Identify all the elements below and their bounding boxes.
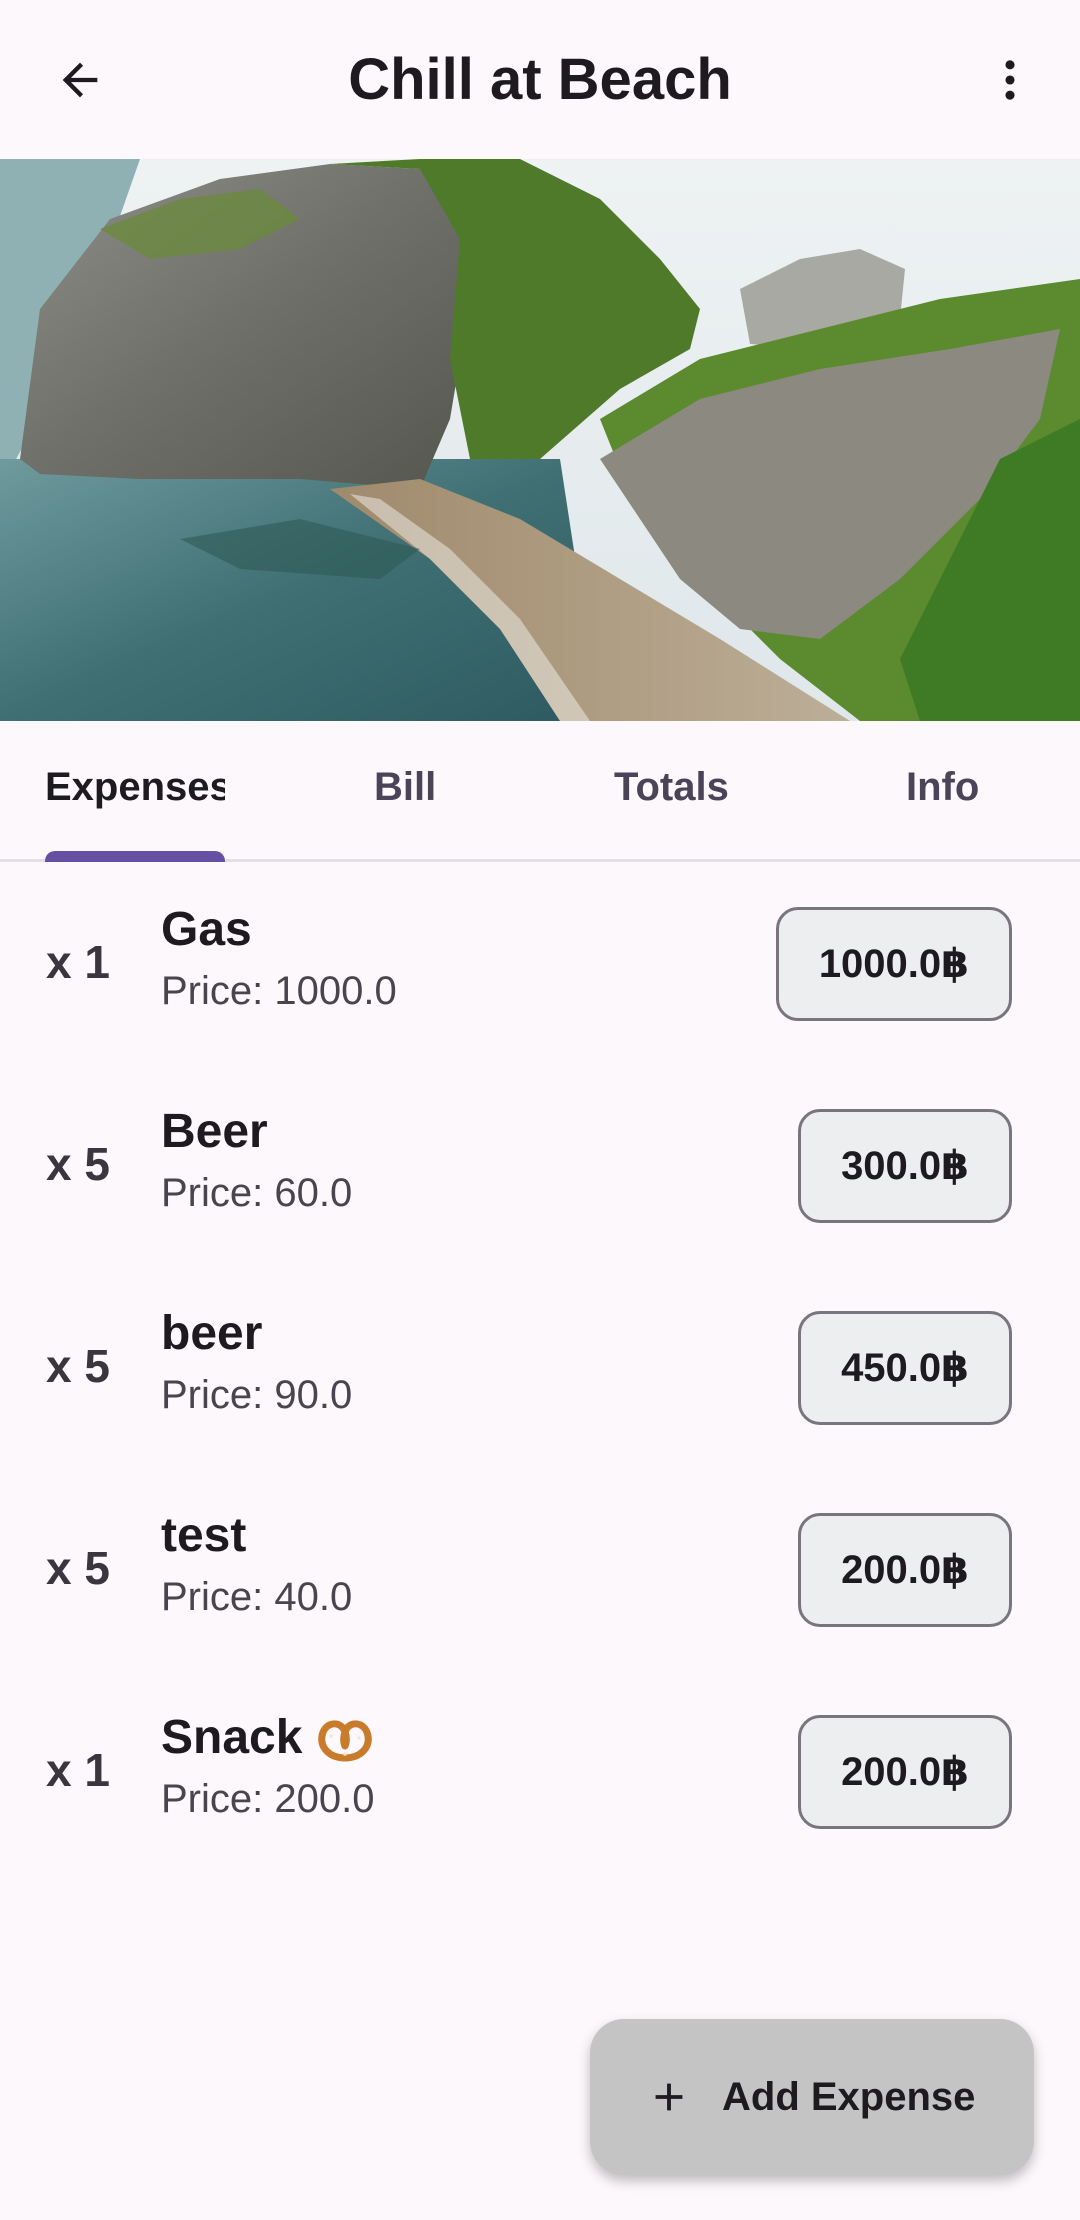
expense-name: test [161, 1509, 247, 1562]
expense-unit-price: Price: 200.0 [161, 1777, 375, 1821]
top-app-bar: Chill at Beach [0, 0, 1080, 159]
expense-name: Gas [161, 903, 252, 956]
add-expense-label: Add Expense [722, 2074, 976, 2119]
plus-icon [655, 2083, 683, 2111]
expense-unit-price: Price: 60.0 [161, 1171, 353, 1215]
expense-name-container: Snack [161, 1708, 374, 1768]
expense-row[interactable]: x 1 Snack Price: 200.0 200.0฿ [0, 1670, 1080, 1872]
expense-quantity: x 1 [46, 936, 110, 988]
tab-expenses[interactable]: Expenses [45, 721, 225, 859]
more-vert-icon [1005, 60, 1015, 100]
tab-totals[interactable]: Totals [614, 721, 729, 859]
expense-amount-button[interactable]: 300.0฿ [798, 1109, 1012, 1223]
beach-cove-photo [0, 159, 1080, 721]
expenses-screen: Chill at Beach Expenses Bill Totals Info… [0, 0, 1080, 2220]
pretzel-icon [318, 1720, 373, 1762]
more-options-button[interactable] [970, 40, 1050, 120]
expense-row[interactable]: x 5 test Price: 40.0 200.0฿ [0, 1468, 1080, 1670]
expense-name: Beer [161, 1105, 268, 1158]
active-tab-indicator [45, 851, 225, 862]
add-expense-button[interactable]: Add Expense [590, 2019, 1034, 2175]
expense-unit-price: Price: 90.0 [161, 1373, 353, 1417]
expense-row[interactable]: x 5 beer Price: 90.0 450.0฿ [0, 1266, 1080, 1468]
expense-name: Snack [161, 1711, 303, 1764]
tab-info[interactable]: Info [906, 721, 979, 859]
trip-cover-image [0, 159, 1080, 721]
expense-quantity: x 5 [46, 1340, 110, 1392]
expense-quantity: x 1 [46, 1744, 110, 1796]
arrow-back-icon [62, 62, 98, 98]
expense-amount-button[interactable]: 1000.0฿ [775, 907, 1012, 1021]
expense-quantity: x 5 [46, 1138, 110, 1190]
expense-amount-button[interactable]: 200.0฿ [798, 1715, 1012, 1829]
expense-unit-price: Price: 40.0 [161, 1575, 353, 1619]
expense-amount-button[interactable]: 450.0฿ [798, 1311, 1012, 1425]
expense-quantity: x 5 [46, 1542, 110, 1594]
expense-amount-button[interactable]: 200.0฿ [798, 1513, 1012, 1627]
expense-row[interactable]: x 1 Gas Price: 1000.0 1000.0฿ [0, 862, 1080, 1064]
expense-unit-price: Price: 1000.0 [161, 969, 397, 1013]
back-button[interactable] [40, 40, 120, 120]
expense-name: beer [161, 1307, 263, 1360]
tab-bar: Expenses Bill Totals Info [0, 721, 1080, 862]
page-title: Chill at Beach [348, 47, 732, 112]
tab-bill[interactable]: Bill [374, 721, 436, 859]
expense-row[interactable]: x 5 Beer Price: 60.0 300.0฿ [0, 1064, 1080, 1266]
